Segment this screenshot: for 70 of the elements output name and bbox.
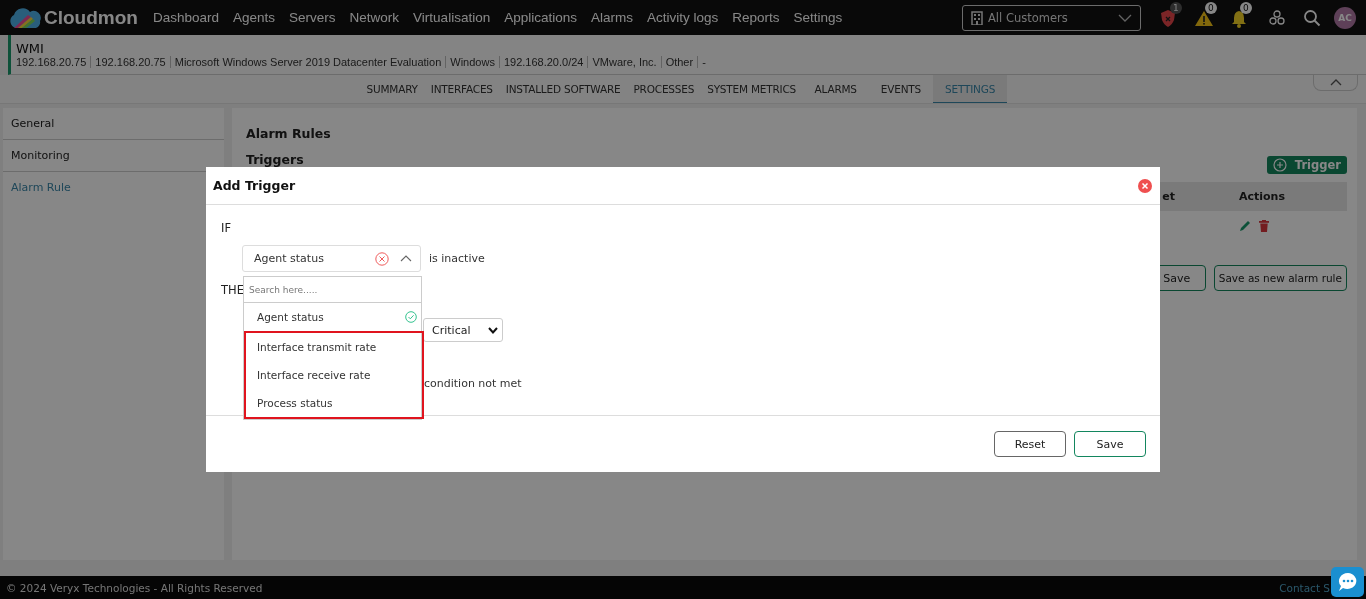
plus-circle-icon	[1272, 158, 1287, 172]
nav-link[interactable]: Agents	[226, 10, 283, 25]
count-badge: 1	[1170, 1, 1182, 14]
reset-button[interactable]: Reset	[994, 431, 1066, 457]
dropdown-option[interactable]: Interface receive rate	[246, 361, 422, 389]
chat-button[interactable]	[1331, 567, 1364, 597]
dialog-title: Add Trigger	[213, 178, 296, 193]
search-icon	[1303, 8, 1321, 27]
nav-link[interactable]: Alarms	[583, 10, 640, 25]
chevron-down-icon	[488, 326, 498, 334]
tab[interactable]: INTERFACES	[424, 75, 500, 103]
close-icon	[1138, 178, 1152, 193]
nav-link[interactable]: Activity logs	[639, 10, 726, 25]
building-icon	[971, 10, 983, 25]
tab[interactable]: SUMMARY	[360, 75, 425, 103]
logo-text: Cloudmon	[44, 6, 138, 29]
pencil-icon	[1239, 220, 1251, 232]
clear-icon	[375, 251, 389, 266]
device-detail: Windows	[445, 55, 499, 68]
nav-link[interactable]: Applications	[497, 10, 584, 25]
device-name: WMI	[16, 41, 45, 56]
customer-select[interactable]: All Customers	[962, 4, 1141, 31]
dropdown-option[interactable]: Process status	[246, 389, 422, 417]
trash-icon	[1259, 220, 1269, 232]
section-subtitle: Triggers	[246, 152, 304, 167]
tab[interactable]: INSTALLED SOFTWARE	[499, 75, 627, 103]
device-detail: Microsoft Windows Server 2019 Datacenter Evaluation	[169, 55, 446, 68]
device-detail: -	[697, 55, 710, 68]
check-circle-icon	[405, 311, 417, 323]
severity-select[interactable]: Critical	[423, 318, 503, 342]
tab[interactable]: PROCESSES	[627, 75, 701, 103]
column-header: Actions	[1238, 190, 1286, 203]
if-label: IF	[221, 221, 232, 235]
chat-icon	[1336, 571, 1359, 593]
section-title: Alarm Rules	[246, 126, 332, 141]
chevron-up-icon	[400, 255, 412, 262]
chevron-down-icon	[1118, 13, 1132, 22]
copyright-text: © 2024 Veryx Technologies - All Rights Reserved	[6, 581, 263, 594]
dropdown-option[interactable]: Interface transmit rate	[246, 333, 422, 361]
option-text: condition not met	[424, 377, 522, 390]
device-detail: Other	[660, 55, 698, 68]
device-detail: 192.168.20.0/24	[498, 55, 588, 68]
cubes-icon	[1268, 9, 1286, 26]
chevron-up-icon	[1329, 79, 1342, 86]
tab[interactable]: EVENTS	[868, 75, 934, 103]
device-detail: VMware, Inc.	[587, 55, 661, 68]
tab[interactable]: ALARMS	[802, 75, 869, 103]
nav-link[interactable]: Settings	[786, 10, 850, 25]
nav-link[interactable]: Servers	[282, 10, 343, 25]
add-trigger-button[interactable]: Trigger	[1266, 156, 1347, 174]
tab[interactable]: SYSTEM METRICS	[700, 75, 803, 103]
save-button[interactable]: Save as new alarm rule	[1213, 265, 1347, 291]
dropdown-option[interactable]: Agent status	[244, 303, 421, 331]
logo-icon	[8, 5, 42, 30]
save-button[interactable]: Save	[1074, 431, 1146, 457]
count-badge: 0	[1240, 1, 1252, 14]
collapse-button[interactable]	[1313, 75, 1358, 91]
column-header: et	[1161, 190, 1176, 203]
condition-text: is inactive	[429, 252, 485, 265]
device-detail: 192.168.20.75	[90, 55, 170, 68]
close-button[interactable]	[1138, 178, 1152, 193]
then-label: THE	[221, 283, 244, 297]
device-detail: 192.168.20.75	[16, 55, 88, 68]
sidebar-item[interactable]: General	[3, 108, 224, 140]
nav-link[interactable]: Virtualisation	[406, 10, 498, 25]
nav-link[interactable]: Dashboard	[146, 10, 227, 25]
count-badge: 0	[1205, 1, 1217, 14]
nav-link[interactable]: Reports	[725, 10, 787, 25]
condition-select[interactable]: Agent status	[242, 245, 421, 272]
nav-link[interactable]: Network	[342, 10, 407, 25]
